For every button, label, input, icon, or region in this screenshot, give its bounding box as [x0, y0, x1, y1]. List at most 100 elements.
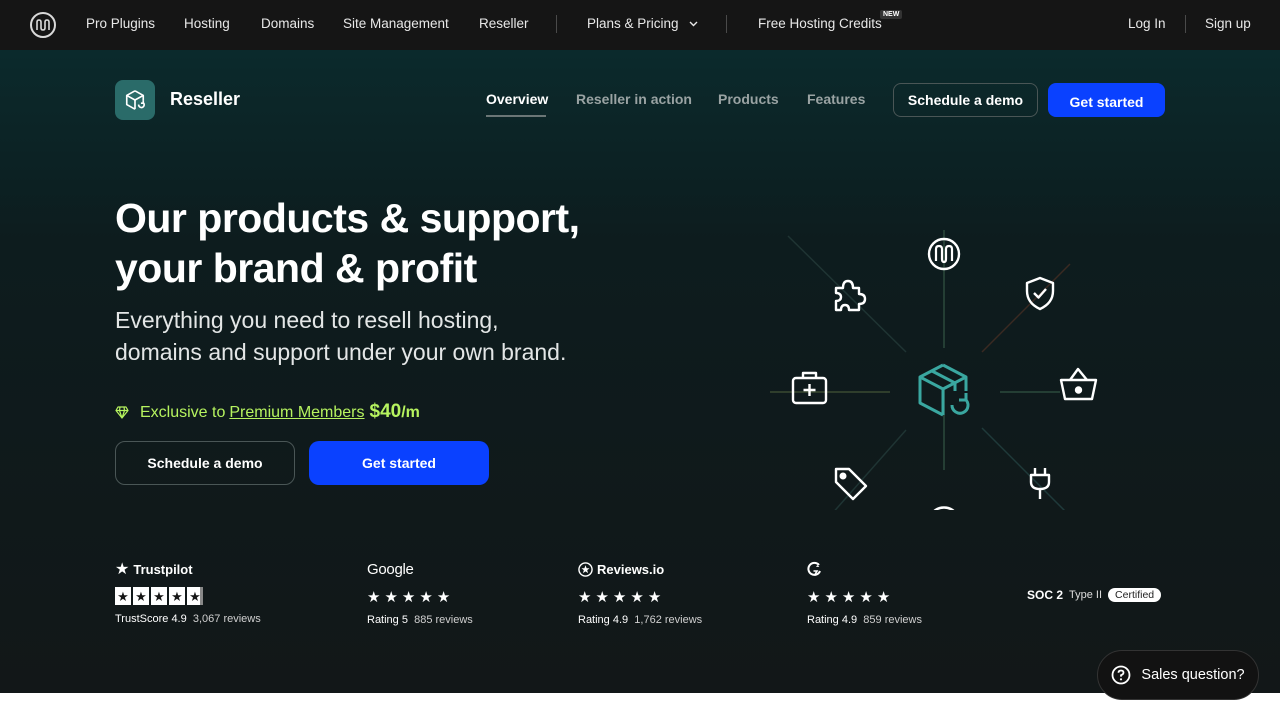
g2-score: Rating 4.9: [807, 614, 858, 626]
chevron-down-icon: [689, 21, 698, 27]
box-refresh-icon: [918, 363, 970, 417]
active-tab-indicator: [486, 115, 546, 117]
reviewsio-score: Rating 4.9: [578, 614, 629, 626]
nav-plans-pricing[interactable]: Plans & Pricing: [587, 16, 698, 31]
subnav-features[interactable]: Features: [807, 91, 865, 107]
star-icon: ★: [807, 588, 821, 606]
g2-rating-text: Rating 4.9 859 reviews: [807, 614, 922, 626]
reviewsio-logo-icon: [578, 561, 593, 577]
trustpilot-reviews: 3,067 reviews: [192, 613, 261, 625]
reseller-diagram: [770, 230, 1098, 510]
star-icon: ★: [578, 588, 592, 606]
star-icon: ★: [612, 588, 627, 606]
exclusive-offer: Exclusive to Premium Members $40 /m: [115, 401, 420, 423]
dollar-icon: [933, 506, 955, 510]
star-icon: ★: [859, 588, 873, 606]
reseller-box-icon: [115, 80, 155, 120]
g2-rating[interactable]: 2 ★ ★ ★ ★ ★ Rating 4.9 859 reviews: [807, 560, 922, 626]
star-icon: ★: [115, 587, 131, 605]
star-icon: ★: [841, 588, 856, 606]
nav-divider: [556, 15, 557, 33]
price-unit: /m: [401, 404, 420, 421]
star-icon: ★: [401, 588, 416, 606]
schedule-demo-button[interactable]: Schedule a demo: [115, 441, 295, 485]
google-reviews: 885 reviews: [414, 614, 473, 626]
google-name: Google: [367, 560, 414, 578]
nav-divider: [726, 15, 727, 33]
google-stars: ★ ★ ★ ★ ★: [367, 588, 473, 606]
reviewsio-rating-text: Rating 4.9 1,762 reviews: [578, 614, 702, 626]
subnav-reseller-in-action[interactable]: Reseller in action: [576, 91, 692, 107]
nav-plans-pricing-label: Plans & Pricing: [587, 16, 679, 31]
google-brand: Google: [367, 560, 473, 578]
star-icon: ★: [436, 588, 451, 606]
trustpilot-rating[interactable]: ★ Trustpilot ★ ★ ★ ★ ★ TrustScore 4.9 3,…: [115, 560, 261, 625]
google-rating[interactable]: Google ★ ★ ★ ★ ★ Rating 5 885 reviews: [367, 560, 473, 627]
headline-line-2: your brand & profit: [115, 245, 477, 291]
star-icon: ★: [367, 588, 381, 606]
star-icon: ★: [133, 587, 149, 605]
reviewsio-rating[interactable]: Reviews.io ★ ★ ★ ★ ★ Rating 4.9 1,762 re…: [578, 560, 702, 627]
subhead-line-2: domains and support under your own brand…: [115, 339, 567, 365]
tag-icon: [834, 467, 868, 501]
premium-members-link[interactable]: Premium Members: [229, 404, 364, 422]
signup-link[interactable]: Sign up: [1205, 16, 1251, 31]
soc2-type: Type II: [1069, 589, 1103, 601]
star-icon: ★: [169, 587, 185, 605]
nav-hosting[interactable]: Hosting: [184, 16, 230, 31]
google-rating-text: Rating 5 885 reviews: [367, 614, 473, 626]
reviewsio-brand: Reviews.io: [578, 560, 702, 578]
schedule-demo-button-header[interactable]: Schedule a demo: [893, 83, 1038, 117]
top-navigation: Pro Plugins Hosting Domains Site Managem…: [0, 0, 1280, 50]
google-score: Rating 5: [367, 614, 408, 626]
trustpilot-name: Trustpilot: [133, 561, 193, 577]
nav-domains[interactable]: Domains: [261, 16, 314, 31]
wpmudev-logo-icon[interactable]: [30, 12, 56, 38]
new-badge: NEW: [880, 10, 903, 19]
subhead-line-1: Everything you need to resell hosting,: [115, 307, 499, 333]
price-value: $40: [369, 401, 402, 422]
star-icon: ★: [876, 588, 891, 606]
reviewsio-name: Reviews.io: [597, 561, 665, 577]
basket-icon: [1059, 367, 1098, 401]
hero-subheadline: Everything you need to resell hosting, d…: [115, 304, 655, 368]
get-started-button[interactable]: Get started: [309, 441, 489, 485]
nav-free-hosting-credits[interactable]: Free Hosting Credits: [758, 16, 882, 31]
trustpilot-rating-text: TrustScore 4.9 3,067 reviews: [115, 613, 261, 625]
subnav-overview[interactable]: Overview: [486, 91, 548, 107]
nav-site-management[interactable]: Site Management: [343, 16, 449, 31]
diamond-icon: [115, 405, 129, 419]
star-icon: ★: [419, 588, 433, 606]
g2-stars: ★ ★ ★ ★ ★: [807, 588, 922, 606]
nav-divider: [1185, 15, 1186, 33]
star-icon: ★: [647, 588, 662, 606]
reviewsio-reviews: 1,762 reviews: [634, 614, 703, 626]
svg-text:2: 2: [816, 563, 820, 569]
nav-pro-plugins[interactable]: Pro Plugins: [86, 16, 155, 31]
g2-logo-icon: 2: [807, 561, 821, 576]
login-link[interactable]: Log In: [1128, 16, 1166, 31]
trustpilot-stars: ★ ★ ★ ★ ★: [115, 587, 261, 605]
trustpilot-star-icon: ★: [115, 561, 130, 578]
exclusive-prefix: Exclusive to: [140, 404, 226, 421]
subnav-products[interactable]: Products: [718, 91, 779, 107]
star-icon: ★: [595, 588, 609, 606]
briefcase-plus-icon: [791, 371, 828, 405]
star-icon: ★: [384, 588, 398, 606]
get-started-button-header[interactable]: Get started: [1048, 83, 1165, 117]
soc2-name: SOC 2: [1027, 588, 1064, 602]
g2-brand: 2: [807, 560, 922, 578]
soc2-badge: SOC 2 Type II Certified: [1027, 588, 1162, 602]
sales-question-button[interactable]: Sales question?: [1097, 650, 1259, 700]
nav-reseller[interactable]: Reseller: [479, 16, 529, 31]
star-icon: ★: [151, 587, 167, 605]
sales-question-label: Sales question?: [1141, 667, 1245, 683]
trustpilot-score: TrustScore 4.9: [115, 613, 187, 625]
certified-badge: Certified: [1108, 588, 1162, 602]
star-icon: ★: [187, 587, 203, 605]
headline-line-1: Our products & support,: [115, 195, 580, 241]
g2-reviews: 859 reviews: [863, 614, 922, 626]
plug-icon: [1029, 468, 1051, 499]
star-icon: ★: [824, 588, 838, 606]
star-icon: ★: [630, 588, 644, 606]
